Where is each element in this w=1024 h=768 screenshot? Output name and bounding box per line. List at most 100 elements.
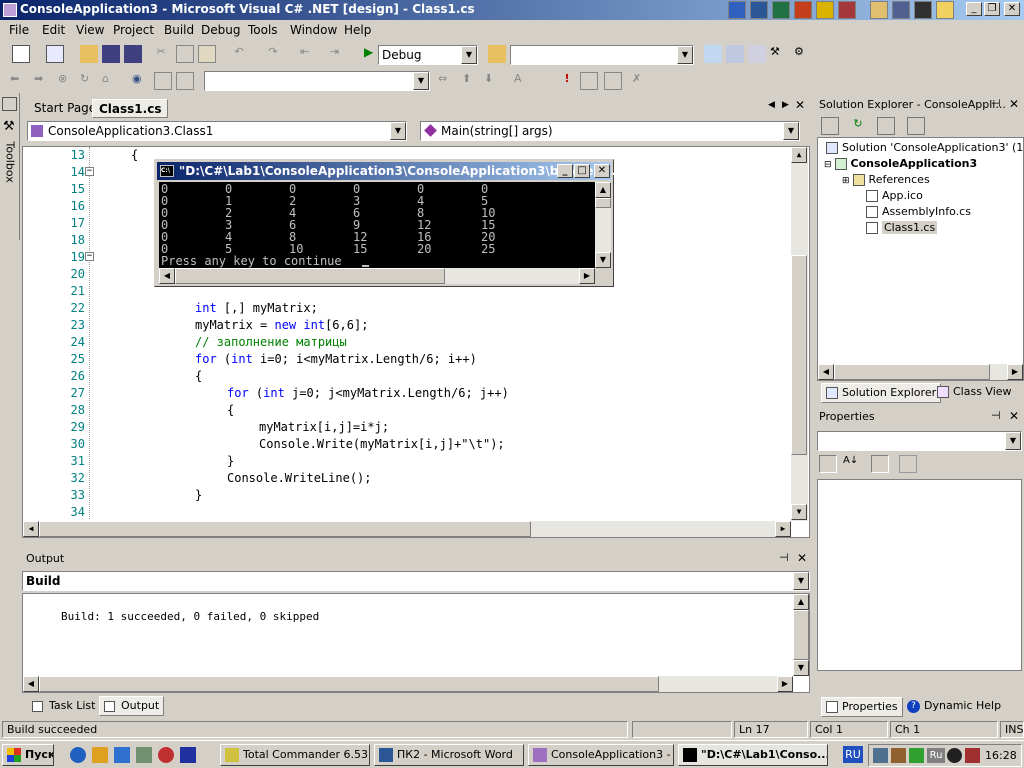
find-in-files-icon[interactable] xyxy=(488,45,506,63)
collapse-icon[interactable]: ⊟ xyxy=(824,160,832,170)
outlook-icon[interactable] xyxy=(816,1,834,19)
tree-item-class1[interactable]: Class1.cs xyxy=(866,221,938,234)
access-icon[interactable] xyxy=(838,1,856,19)
scroll-down-icon[interactable]: ▼ xyxy=(595,252,611,268)
folder-icon[interactable] xyxy=(870,1,888,19)
collapse-icon[interactable]: − xyxy=(85,252,94,261)
tab-class1[interactable]: Class1.cs xyxy=(92,99,169,118)
task-total-commander[interactable]: Total Commander 6.53... xyxy=(220,744,370,766)
solution-config-combo[interactable]: Debug ▼ xyxy=(378,45,478,65)
total-commander-icon[interactable] xyxy=(92,747,108,763)
refresh-icon[interactable]: ↻ xyxy=(80,72,98,90)
clock[interactable]: 16:28 xyxy=(985,749,1017,762)
solution-tree[interactable]: Solution 'ConsoleApplication3' (1 proje … xyxy=(817,137,1024,381)
error-icon[interactable]: ! xyxy=(558,72,576,90)
output-vertical-scrollbar[interactable]: ▲ ▼ xyxy=(793,594,809,676)
navigate-forward-icon[interactable]: ⇥ xyxy=(330,45,348,63)
menu-build[interactable]: Build xyxy=(164,23,194,37)
favorites-icon[interactable] xyxy=(154,72,172,90)
tree-item-solution[interactable]: Solution 'ConsoleApplication3' (1 proje xyxy=(826,141,1024,154)
explorer-icon[interactable] xyxy=(892,1,910,19)
menu-view[interactable]: View xyxy=(76,23,104,37)
properties-view-icon[interactable] xyxy=(871,455,889,473)
open-icon[interactable] xyxy=(80,45,98,63)
move-up-icon[interactable]: ⬆ xyxy=(462,72,480,90)
alphabetical-icon[interactable]: A↓ xyxy=(843,455,861,473)
tree-item-project[interactable]: ⊟ ConsoleApplication3 xyxy=(824,157,977,170)
show-all-files-icon[interactable] xyxy=(877,117,895,135)
clear-icon[interactable]: ✗ xyxy=(632,72,650,90)
minimize-button[interactable]: _ xyxy=(966,2,982,16)
save-quick-icon[interactable] xyxy=(180,747,196,763)
task-console[interactable]: "D:\C#\Lab1\Conso... xyxy=(678,744,828,766)
back-arrow-icon[interactable]: ⬅ xyxy=(10,72,28,90)
close-button[interactable]: ✕ xyxy=(1004,2,1020,16)
scroll-thumb[interactable] xyxy=(39,521,531,537)
scroll-right-icon[interactable]: ▶ xyxy=(1007,364,1023,380)
save-icon[interactable] xyxy=(102,45,120,63)
redo-icon[interactable]: ↷ xyxy=(264,45,282,63)
copy-icon[interactable] xyxy=(176,45,194,63)
scroll-thumb[interactable] xyxy=(834,364,990,380)
scroll-down-icon[interactable]: ▼ xyxy=(793,660,809,676)
quick-launch-icon[interactable] xyxy=(114,747,130,763)
scroll-up-icon[interactable]: ▲ xyxy=(793,594,809,610)
url-combo[interactable]: ▼ xyxy=(204,71,430,91)
menu-debug[interactable]: Debug xyxy=(201,23,240,37)
save-all-icon[interactable] xyxy=(124,45,142,63)
property-pages-icon[interactable] xyxy=(899,455,917,473)
scroll-left-icon[interactable]: ◀ xyxy=(23,676,39,692)
tab-solution-explorer[interactable]: Solution Explorer xyxy=(821,383,942,403)
properties-object-combo[interactable]: ▼ xyxy=(817,431,1022,451)
console-title-bar[interactable]: C:\ "D:\C#\Lab1\ConsoleApplication3\Cons… xyxy=(157,162,616,180)
categorized-icon[interactable] xyxy=(819,455,837,473)
forward-arrow-icon[interactable]: ➡ xyxy=(34,72,52,90)
editor-horizontal-scrollbar[interactable]: ◀ ▶ xyxy=(23,521,791,537)
add-item-icon[interactable] xyxy=(46,45,64,63)
close-icon[interactable]: ✕ xyxy=(1009,409,1019,423)
properties-window-icon[interactable] xyxy=(726,45,744,63)
chevron-down-icon[interactable]: ▼ xyxy=(793,572,809,590)
scroll-up-icon[interactable]: ▲ xyxy=(595,182,611,198)
scroll-left-icon[interactable]: ◀ xyxy=(23,521,39,537)
pin-icon[interactable]: ⊣ xyxy=(991,97,1001,110)
toolbox-label[interactable]: Toolbox xyxy=(4,142,17,186)
tab-output[interactable]: Output xyxy=(99,696,165,716)
toolbox-strip[interactable]: ⚒ Toolbox xyxy=(0,93,20,240)
task-visual-studio[interactable]: ConsoleApplication3 - ... xyxy=(528,744,674,766)
editor-vertical-scrollbar[interactable]: ▲ ▼ xyxy=(791,147,808,521)
scroll-tabs-right-icon[interactable]: ▶ xyxy=(782,100,789,110)
console-close-button[interactable]: ✕ xyxy=(594,164,610,178)
excel-icon[interactable] xyxy=(772,1,790,19)
expand-icon[interactable]: ⊞ xyxy=(842,176,850,186)
tree-item-app-ico[interactable]: App.ico xyxy=(866,189,923,202)
console-icon[interactable] xyxy=(914,1,932,19)
restore-button[interactable]: ❐ xyxy=(984,2,1000,16)
scroll-tabs-left-icon[interactable]: ◀ xyxy=(768,100,775,110)
output-source-combo[interactable]: Build ▼ xyxy=(22,571,810,591)
solution-horizontal-scrollbar[interactable]: ◀ ▶ xyxy=(818,364,1023,380)
pin-icon[interactable]: ⊣ xyxy=(779,551,789,564)
new-project-icon[interactable] xyxy=(12,45,30,63)
list-icon[interactable] xyxy=(580,72,598,90)
tray-layout-indicator[interactable]: Ru xyxy=(927,748,945,763)
menu-window[interactable]: Window xyxy=(290,23,337,37)
home-icon[interactable]: ⌂ xyxy=(102,72,120,90)
scroll-right-icon[interactable]: ▶ xyxy=(775,521,791,537)
solution-explorer-icon[interactable] xyxy=(704,45,722,63)
scroll-thumb[interactable] xyxy=(791,255,807,455)
scroll-thumb[interactable] xyxy=(39,676,659,692)
collapse-icon[interactable]: − xyxy=(85,167,94,176)
tray-network-icon[interactable] xyxy=(873,748,888,763)
undo-icon[interactable]: ↶ xyxy=(230,45,248,63)
folder-open-icon[interactable] xyxy=(936,1,954,19)
scroll-down-icon[interactable]: ▼ xyxy=(791,504,807,520)
close-icon[interactable]: ✕ xyxy=(1009,97,1019,111)
menu-edit[interactable]: Edit xyxy=(42,23,65,37)
toolbox-icon[interactable]: ⚒ xyxy=(770,45,788,63)
chevron-down-icon[interactable]: ▼ xyxy=(413,72,429,90)
menu-tools[interactable]: Tools xyxy=(248,23,278,37)
scroll-left-icon[interactable]: ◀ xyxy=(159,268,175,284)
tree-item-assemblyinfo[interactable]: AssemblyInfo.cs xyxy=(866,205,971,218)
scroll-right-icon[interactable]: ▶ xyxy=(579,268,595,284)
